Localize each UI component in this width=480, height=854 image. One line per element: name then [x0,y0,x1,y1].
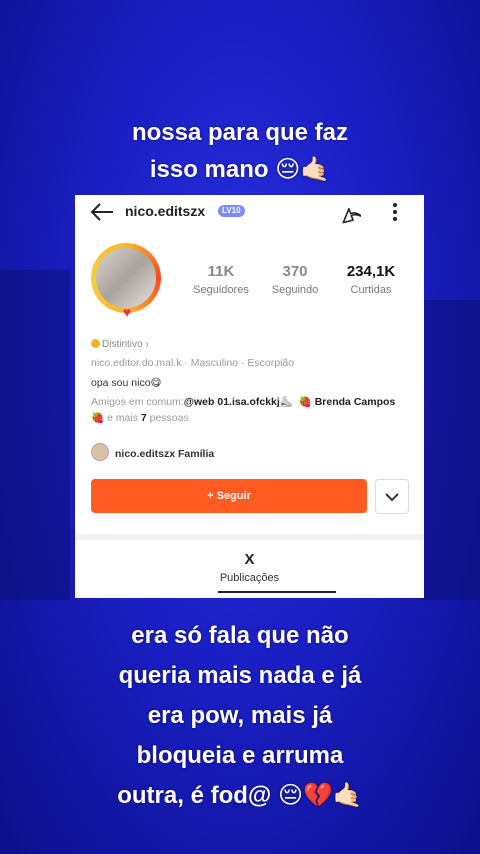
share-icon[interactable] [337,200,361,224]
back-arrow-icon[interactable] [89,201,115,223]
profile-bio: opa sou nico😋 [91,377,162,389]
stat-followers[interactable]: 11K Seguidores [181,263,261,296]
follow-button[interactable]: + Seguir [91,479,367,513]
background-shape [0,270,70,600]
divider [75,534,424,540]
caption-line: isso mano 😔🤙🏻 [149,156,331,183]
caption-line: era pow, mais já [147,702,333,729]
friends-end: pessoas [146,412,189,424]
tab-publications[interactable]: Publicações [75,572,424,584]
caption-top: nossa para que faz isso mano 😔🤙🏻 [0,114,480,188]
family-label: nico.editszx Família [115,448,215,460]
followers-label: Seguidores [193,284,249,296]
caption-line: outra, é fod@ 😔💔🤙🏻 [117,782,363,809]
likes-label: Curtidas [350,284,392,296]
background-shape [420,300,480,600]
caption-line: queria mais nada e já [118,662,362,689]
heart-icon: ♥ [122,304,132,320]
more-options-icon[interactable] [389,201,401,223]
family-avatar [91,443,109,461]
friends-prefix: Amigos em comum: [91,396,184,408]
friends-suffix: e mais [104,412,141,424]
tab-underline [218,591,336,593]
level-badge: LV10 [218,205,245,217]
top-bar: nico.editszx LV10 [75,195,424,229]
stat-likes[interactable]: 234,1K Curtidas [331,263,411,296]
followers-count: 11K [207,263,235,280]
following-count: 370 [282,263,308,280]
caption-line: nossa para que faz [131,119,349,146]
avatar[interactable]: ♥ [89,239,165,323]
stat-following[interactable]: 370 Seguindo [255,263,335,296]
friend-name[interactable]: @web 01.isa.ofckkj⛸️ [184,396,293,408]
tab-icon[interactable]: X [75,551,424,568]
avatar-photo [96,248,156,308]
profile-info: nico.editor.do.mal.k · Masculino · Escor… [91,357,295,369]
profile-card: nico.editszx LV10 ♥ 11K Seguidores 370 S… [75,195,424,598]
following-label: Seguindo [271,284,319,296]
badge-icon [91,339,100,348]
mutual-friends[interactable]: Amigos em comum:@web 01.isa.ofckkj⛸️ 🍓 B… [91,394,411,426]
profile-username: nico.editszx [125,203,206,219]
suggestions-dropdown-button[interactable] [375,479,409,514]
badge-link[interactable]: Distintivo › [91,339,149,350]
caption-bottom: era só fala que não queria mais nada e j… [0,616,480,816]
caption-line: bloqueia e arruma [136,742,344,769]
likes-count: 234,1K [346,263,396,280]
caption-line: era só fala que não [131,622,349,649]
family-link[interactable]: nico.editszx Família [91,443,214,461]
badge-label: Distintivo › [102,339,149,350]
chevron-down-icon [385,493,399,502]
